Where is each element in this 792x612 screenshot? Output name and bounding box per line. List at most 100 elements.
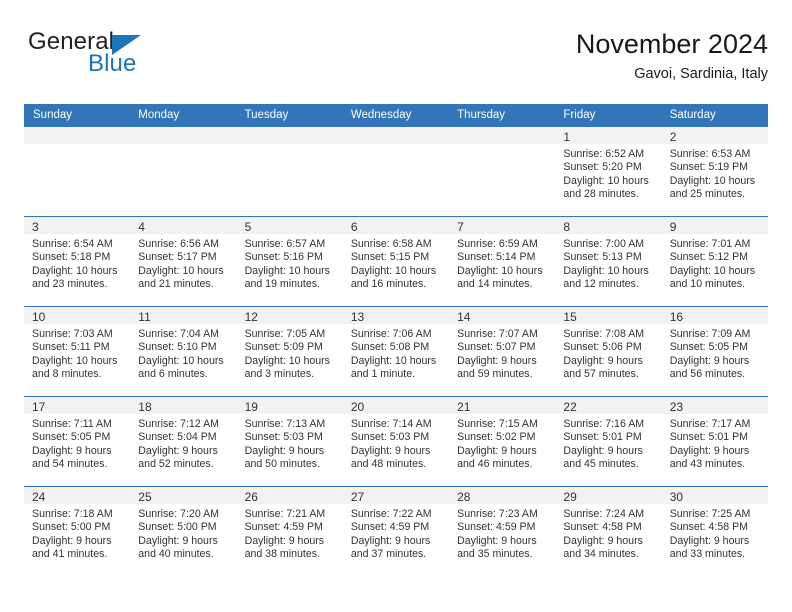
day-details — [130, 144, 236, 148]
day-number-band: 15 — [555, 307, 662, 324]
sunrise-time: Sunrise: 6:52 AM — [563, 148, 645, 160]
sunrise-time: Sunrise: 7:17 AM — [669, 418, 751, 430]
day-number: 2 — [669, 130, 677, 144]
day-number-band: 21 — [449, 397, 556, 414]
day-number-band: 4 — [130, 217, 237, 234]
daylight-duration-line2: and 21 minutes. — [138, 278, 214, 291]
day-details: Sunrise: 7:25 AM Sunset: 4:58 PM Daylight:… — [662, 504, 768, 562]
weekday-header-tuesday: Tuesday — [236, 104, 343, 127]
calendar-day-cell[interactable]: 2 Sunrise: 6:53 AM Sunset: 5:19 PM Daylight… — [661, 126, 768, 217]
daylight-duration-line2: and 1 minute. — [350, 368, 416, 381]
weekday-header-wednesday: Wednesday — [342, 104, 450, 127]
day-details: Sunrise: 7:08 AM Sunset: 5:06 PM Daylight:… — [555, 324, 661, 382]
day-number-band — [24, 127, 131, 144]
daylight-duration-line2: and 25 minutes. — [669, 188, 746, 201]
day-details: Sunrise: 7:01 AM Sunset: 5:12 PM Daylight:… — [662, 234, 768, 292]
brand-logo[interactable]: General Blue — [24, 28, 324, 94]
sunrise-time: Sunrise: 6:54 AM — [32, 238, 113, 250]
daylight-duration-line2: and 34 minutes. — [563, 548, 639, 561]
weekday-header-saturday: Saturday — [661, 104, 768, 127]
calendar-day-cell[interactable]: 5 Sunrise: 6:57 AM Sunset: 5:16 PM Daylight… — [236, 216, 343, 307]
sunrise-time: Sunrise: 7:18 AM — [32, 508, 113, 520]
calendar-day-cell[interactable]: 17 Sunrise: 7:11 AM Sunset: 5:05 PM Dayligh… — [24, 396, 131, 487]
daylight-duration-line1: Daylight: 9 hours — [669, 534, 750, 547]
daylight-duration-line2: and 19 minutes. — [244, 278, 320, 291]
calendar-header-row: Sunday Monday Tuesday Wednesday Thursday… — [24, 104, 768, 127]
calendar-day-cell[interactable]: 4 Sunrise: 6:56 AM Sunset: 5:17 PM Daylight… — [130, 216, 237, 307]
day-details — [24, 144, 130, 148]
calendar-week-row: 10 Sunrise: 7:03 AM Sunset: 5:11 PM Dayligh… — [24, 306, 768, 397]
calendar-day-cell[interactable]: 30 Sunrise: 7:25 AM Sunset: 4:58 PM Dayligh… — [661, 486, 768, 577]
day-details: Sunrise: 7:07 AM Sunset: 5:07 PM Daylight:… — [449, 324, 555, 382]
day-number: 12 — [244, 310, 258, 324]
calendar-day-cell[interactable]: 7 Sunrise: 6:59 AM Sunset: 5:14 PM Daylight… — [449, 216, 556, 307]
day-number-band: 25 — [130, 487, 237, 504]
day-number: 24 — [32, 490, 46, 504]
calendar-cell-empty — [449, 126, 556, 217]
calendar-day-cell[interactable]: 27 Sunrise: 7:22 AM Sunset: 4:59 PM Dayligh… — [342, 486, 450, 577]
daylight-duration-line2: and 50 minutes. — [244, 458, 320, 471]
day-details: Sunrise: 7:03 AM Sunset: 5:11 PM Daylight:… — [24, 324, 130, 382]
calendar-day-cell[interactable]: 29 Sunrise: 7:24 AM Sunset: 4:58 PM Dayligh… — [555, 486, 662, 577]
calendar-day-cell[interactable]: 13 Sunrise: 7:06 AM Sunset: 5:08 PM Dayligh… — [342, 306, 450, 397]
daylight-duration-line1: Daylight: 10 hours — [32, 354, 118, 367]
daylight-duration-line2: and 48 minutes. — [350, 458, 427, 471]
calendar-day-cell[interactable]: 10 Sunrise: 7:03 AM Sunset: 5:11 PM Dayligh… — [24, 306, 131, 397]
sunrise-time: Sunrise: 7:21 AM — [244, 508, 326, 520]
calendar-day-cell[interactable]: 21 Sunrise: 7:15 AM Sunset: 5:02 PM Dayligh… — [449, 396, 556, 487]
day-details: Sunrise: 7:14 AM Sunset: 5:03 PM Daylight:… — [343, 414, 449, 472]
calendar-day-cell[interactable]: 28 Sunrise: 7:23 AM Sunset: 4:59 PM Dayligh… — [449, 486, 556, 577]
day-number-band: 24 — [24, 487, 131, 504]
daylight-duration-line1: Daylight: 9 hours — [138, 444, 218, 457]
day-number-band: 18 — [130, 397, 237, 414]
sunset-time: Sunset: 4:59 PM — [350, 521, 430, 534]
calendar-day-cell[interactable]: 23 Sunrise: 7:17 AM Sunset: 5:01 PM Dayligh… — [661, 396, 768, 487]
day-number: 3 — [32, 220, 39, 234]
calendar-day-cell[interactable]: 22 Sunrise: 7:16 AM Sunset: 5:01 PM Dayligh… — [555, 396, 662, 487]
sunset-time: Sunset: 5:03 PM — [350, 431, 430, 444]
sunrise-time: Sunrise: 7:22 AM — [350, 508, 432, 520]
daylight-duration-line1: Daylight: 10 hours — [350, 354, 437, 367]
calendar-day-cell[interactable]: 25 Sunrise: 7:20 AM Sunset: 5:00 PM Dayligh… — [130, 486, 237, 577]
sunset-time: Sunset: 5:00 PM — [32, 521, 111, 534]
day-details: Sunrise: 7:21 AM Sunset: 4:59 PM Daylight:… — [237, 504, 343, 562]
calendar-cell-empty — [342, 126, 450, 217]
calendar-week-row: 17 Sunrise: 7:11 AM Sunset: 5:05 PM Dayligh… — [24, 396, 768, 487]
day-number-band: 11 — [130, 307, 237, 324]
calendar-day-cell[interactable]: 11 Sunrise: 7:04 AM Sunset: 5:10 PM Dayligh… — [130, 306, 237, 397]
sunset-time: Sunset: 4:59 PM — [244, 521, 323, 534]
calendar-day-cell[interactable]: 9 Sunrise: 7:01 AM Sunset: 5:12 PM Daylight… — [661, 216, 768, 307]
day-details: Sunrise: 7:12 AM Sunset: 5:04 PM Daylight:… — [130, 414, 236, 472]
day-number-band: 7 — [449, 217, 556, 234]
calendar-day-cell[interactable]: 19 Sunrise: 7:13 AM Sunset: 5:03 PM Dayligh… — [236, 396, 343, 487]
daylight-duration-line2: and 6 minutes. — [138, 368, 208, 381]
day-details: Sunrise: 7:18 AM Sunset: 5:00 PM Daylight:… — [24, 504, 130, 562]
calendar-day-cell[interactable]: 26 Sunrise: 7:21 AM Sunset: 4:59 PM Dayligh… — [236, 486, 343, 577]
daylight-duration-line2: and 46 minutes. — [457, 458, 533, 471]
calendar-day-cell[interactable]: 15 Sunrise: 7:08 AM Sunset: 5:06 PM Dayligh… — [555, 306, 662, 397]
sunset-time: Sunset: 5:02 PM — [457, 431, 536, 444]
calendar-day-cell[interactable]: 20 Sunrise: 7:14 AM Sunset: 5:03 PM Dayligh… — [342, 396, 450, 487]
day-number-band: 16 — [661, 307, 768, 324]
calendar-day-cell[interactable]: 24 Sunrise: 7:18 AM Sunset: 5:00 PM Dayligh… — [24, 486, 131, 577]
calendar-day-cell[interactable]: 8 Sunrise: 7:00 AM Sunset: 5:13 PM Daylight… — [555, 216, 662, 307]
daylight-duration-line2: and 45 minutes. — [563, 458, 639, 471]
calendar-day-cell[interactable]: 16 Sunrise: 7:09 AM Sunset: 5:05 PM Dayligh… — [661, 306, 768, 397]
calendar-day-cell[interactable]: 12 Sunrise: 7:05 AM Sunset: 5:09 PM Dayligh… — [236, 306, 343, 397]
day-details: Sunrise: 7:20 AM Sunset: 5:00 PM Daylight:… — [130, 504, 236, 562]
sunrise-time: Sunrise: 7:15 AM — [457, 418, 538, 430]
day-number: 1 — [563, 130, 571, 144]
day-number-band: 27 — [342, 487, 450, 504]
calendar-day-cell[interactable]: 3 Sunrise: 6:54 AM Sunset: 5:18 PM Daylight… — [24, 216, 131, 307]
daylight-duration-line2: and 35 minutes. — [457, 548, 533, 561]
sunset-time: Sunset: 5:18 PM — [32, 251, 111, 264]
calendar-day-cell[interactable]: 6 Sunrise: 6:58 AM Sunset: 5:15 PM Daylight… — [342, 216, 450, 307]
calendar-day-cell[interactable]: 1 Sunrise: 6:52 AM Sunset: 5:20 PM Daylight… — [555, 126, 662, 217]
daylight-duration-line1: Daylight: 9 hours — [32, 534, 112, 547]
daylight-duration-line2: and 28 minutes. — [563, 188, 639, 201]
calendar-day-cell[interactable]: 14 Sunrise: 7:07 AM Sunset: 5:07 PM Dayligh… — [449, 306, 556, 397]
sunset-time: Sunset: 5:05 PM — [669, 341, 749, 354]
day-details: Sunrise: 7:15 AM Sunset: 5:02 PM Daylight:… — [449, 414, 555, 472]
sunrise-time: Sunrise: 7:23 AM — [457, 508, 538, 520]
calendar-day-cell[interactable]: 18 Sunrise: 7:12 AM Sunset: 5:04 PM Dayligh… — [130, 396, 237, 487]
